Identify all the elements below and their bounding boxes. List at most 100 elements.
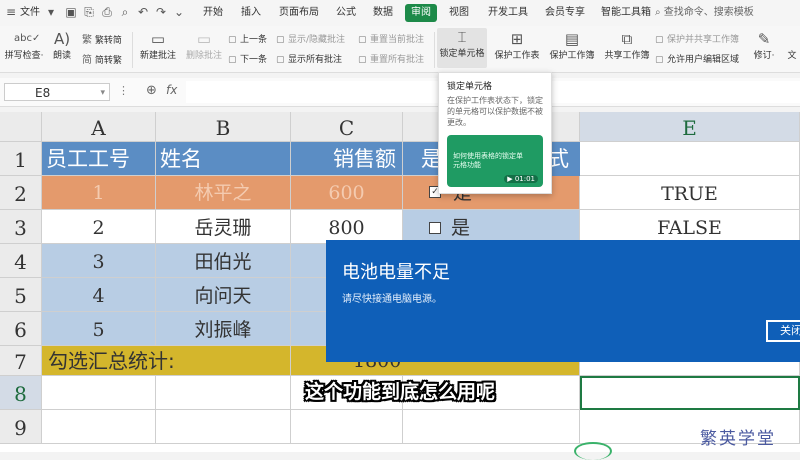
formula-bar: E8 ▾ ⋮ ⊕ fx — [0, 78, 800, 107]
search-icon: ⌕ — [655, 7, 661, 18]
protect-workbook-button[interactable]: ▤ 保护工作簿 — [545, 30, 599, 61]
save-icon[interactable]: ▣ — [64, 5, 78, 19]
cell-d9[interactable] — [403, 410, 580, 444]
cell-a1[interactable]: 员工工号 — [42, 142, 156, 176]
lock-cell-button[interactable]: ⌶ 锁定单元格 — [437, 28, 487, 68]
checkbox-unchecked[interactable] — [429, 222, 441, 234]
tab-member[interactable]: 会员专享 — [545, 0, 585, 26]
cell-a6[interactable]: 5 — [42, 312, 156, 346]
select-all-corner[interactable] — [0, 112, 42, 142]
cell-b2[interactable]: 林平之 — [156, 176, 291, 210]
watermark: 繁英学堂 — [700, 429, 776, 449]
row-header-1[interactable]: 1 — [0, 142, 42, 176]
revise-icon: ✎ — [757, 30, 771, 48]
row-header-5[interactable]: 5 — [0, 278, 42, 312]
doc-button[interactable]: 文 — [784, 48, 800, 61]
chevron-down-icon[interactable]: ⌄ — [172, 5, 186, 19]
cell-e3[interactable]: FALSE — [580, 210, 800, 244]
row-header-6[interactable]: 6 — [0, 312, 42, 346]
play-icon: ▶ — [507, 175, 513, 183]
tab-data[interactable]: 数据 — [373, 0, 393, 26]
spellcheck-icon: abc✓ — [14, 33, 41, 44]
cell-d3[interactable]: 是 — [403, 210, 580, 244]
new-comment-button[interactable]: ▭ 新建批注 — [136, 30, 180, 61]
row-header-4[interactable]: 4 — [0, 244, 42, 278]
export-icon[interactable]: ⎘ — [82, 5, 96, 19]
cell-a9[interactable] — [42, 410, 156, 444]
tab-insert[interactable]: 插入 — [241, 0, 261, 26]
chevron-down-icon[interactable]: ▾ — [44, 5, 58, 19]
read-aloud-button[interactable]: A) 朗读 — [48, 30, 76, 61]
row-header-9[interactable]: 9 — [0, 410, 42, 444]
tab-review[interactable]: 审阅 — [405, 4, 437, 22]
show-hide-comment-button[interactable]: ▢ 显示/隐藏批注 — [276, 32, 345, 45]
spellcheck-button[interactable]: abc✓ 拼写检查· — [2, 30, 46, 61]
undo-icon[interactable]: ↶ — [136, 5, 150, 19]
cell-e1[interactable] — [580, 142, 800, 176]
hamburger-icon[interactable]: ≡ — [4, 5, 18, 19]
revise-button[interactable]: ✎ 修订· — [750, 30, 778, 61]
ribbon-divider — [132, 32, 133, 68]
zoom-icon[interactable]: ⊕ — [146, 83, 157, 98]
cell-c9[interactable] — [291, 410, 403, 444]
tab-developer[interactable]: 开发工具 — [488, 0, 528, 26]
cell-a4[interactable]: 3 — [42, 244, 156, 278]
show-all-comments-button[interactable]: ▢ 显示所有批注 — [276, 52, 342, 65]
cell-a3[interactable]: 2 — [42, 210, 156, 244]
tab-view[interactable]: 视图 — [449, 0, 469, 26]
fx-icon[interactable]: fx — [166, 83, 177, 97]
row-header-2[interactable]: 2 — [0, 176, 42, 210]
prev-comment-button[interactable]: ▢ 上一条 — [228, 32, 267, 45]
simp-to-trad-button[interactable]: 简 简转繁 — [82, 51, 122, 66]
redo-icon[interactable]: ↷ — [154, 5, 168, 19]
search-box[interactable]: ⌕ 查找命令、搜索模板 — [655, 5, 790, 21]
cell-b3[interactable]: 岳灵珊 — [156, 210, 291, 244]
delete-comment-button[interactable]: ▭ 删除批注 — [182, 30, 226, 61]
cell-b6[interactable]: 刘振峰 — [156, 312, 291, 346]
tab-home[interactable]: 开始 — [203, 0, 223, 26]
lock-cell-icon: ⌶ — [457, 28, 467, 46]
reset-all-comments-button[interactable]: ▢ 重置所有批注 — [358, 52, 424, 65]
cell-c3[interactable]: 800 — [291, 210, 403, 244]
allow-edit-ranges-button[interactable]: ▢ 允许用户编辑区域 — [655, 52, 739, 65]
speaker-icon: A) — [53, 30, 71, 48]
column-header-a[interactable]: A — [42, 112, 156, 142]
column-header-c[interactable]: C — [291, 112, 403, 142]
cell-e2[interactable]: TRUE — [580, 176, 800, 210]
cell-a5[interactable]: 4 — [42, 278, 156, 312]
column-header-b[interactable]: B — [156, 112, 291, 142]
cell-a2[interactable]: 1 — [42, 176, 156, 210]
tab-smart-toolbox[interactable]: 智能工具箱 — [601, 0, 651, 26]
search-input[interactable]: 查找命令、搜索模板 — [664, 7, 754, 18]
tooltip-video[interactable]: 如何使用表格的锁定单元格功能 ▶ 01:01 — [447, 135, 543, 187]
chevron-down-icon[interactable]: ▾ — [100, 84, 105, 102]
tab-formulas[interactable]: 公式 — [336, 0, 356, 26]
column-header-e[interactable]: E — [580, 112, 800, 142]
name-box[interactable]: E8 ▾ — [4, 83, 110, 101]
next-comment-button[interactable]: ▢ 下一条 — [228, 52, 267, 65]
trad-to-simp-button[interactable]: 繁 繁转简 — [82, 31, 122, 46]
share-workbook-button[interactable]: ⧉ 共享工作簿 — [601, 30, 653, 61]
video-caption: 如何使用表格的锁定单元格功能 — [453, 152, 523, 169]
row-header-7[interactable]: 7 — [0, 346, 42, 376]
tab-page-layout[interactable]: 页面布局 — [279, 0, 319, 26]
cell-a7-total-label[interactable]: 勾选汇总统计: — [42, 346, 291, 376]
protect-and-share-button[interactable]: ▢ 保护并共享工作簿 — [655, 32, 739, 45]
row-header-3[interactable]: 3 — [0, 210, 42, 244]
print-icon[interactable]: ⎙ — [100, 5, 114, 19]
reset-current-comment-button[interactable]: ▢ 重置当前批注 — [358, 32, 424, 45]
file-menu[interactable]: 文件 — [20, 0, 40, 26]
protect-sheet-button[interactable]: ⊞ 保护工作表 — [491, 30, 543, 61]
cell-b9[interactable] — [156, 410, 291, 444]
trad-simp-icon: 繁 — [82, 35, 92, 46]
cell-c2[interactable]: 600 — [291, 176, 403, 210]
preview-icon[interactable]: ⌕ — [118, 5, 132, 19]
cell-b4[interactable]: 田伯光 — [156, 244, 291, 278]
notification-message: 请尽快接通电脑电源。 — [342, 294, 442, 305]
close-button[interactable]: 关闭 — [766, 320, 800, 342]
cell-c1[interactable]: 销售额 — [291, 142, 403, 176]
cell-b1[interactable]: 姓名 — [156, 142, 291, 176]
reset-all-icon: ▢ — [358, 55, 367, 65]
video-duration: ▶ 01:01 — [504, 175, 538, 183]
cell-b5[interactable]: 向问天 — [156, 278, 291, 312]
